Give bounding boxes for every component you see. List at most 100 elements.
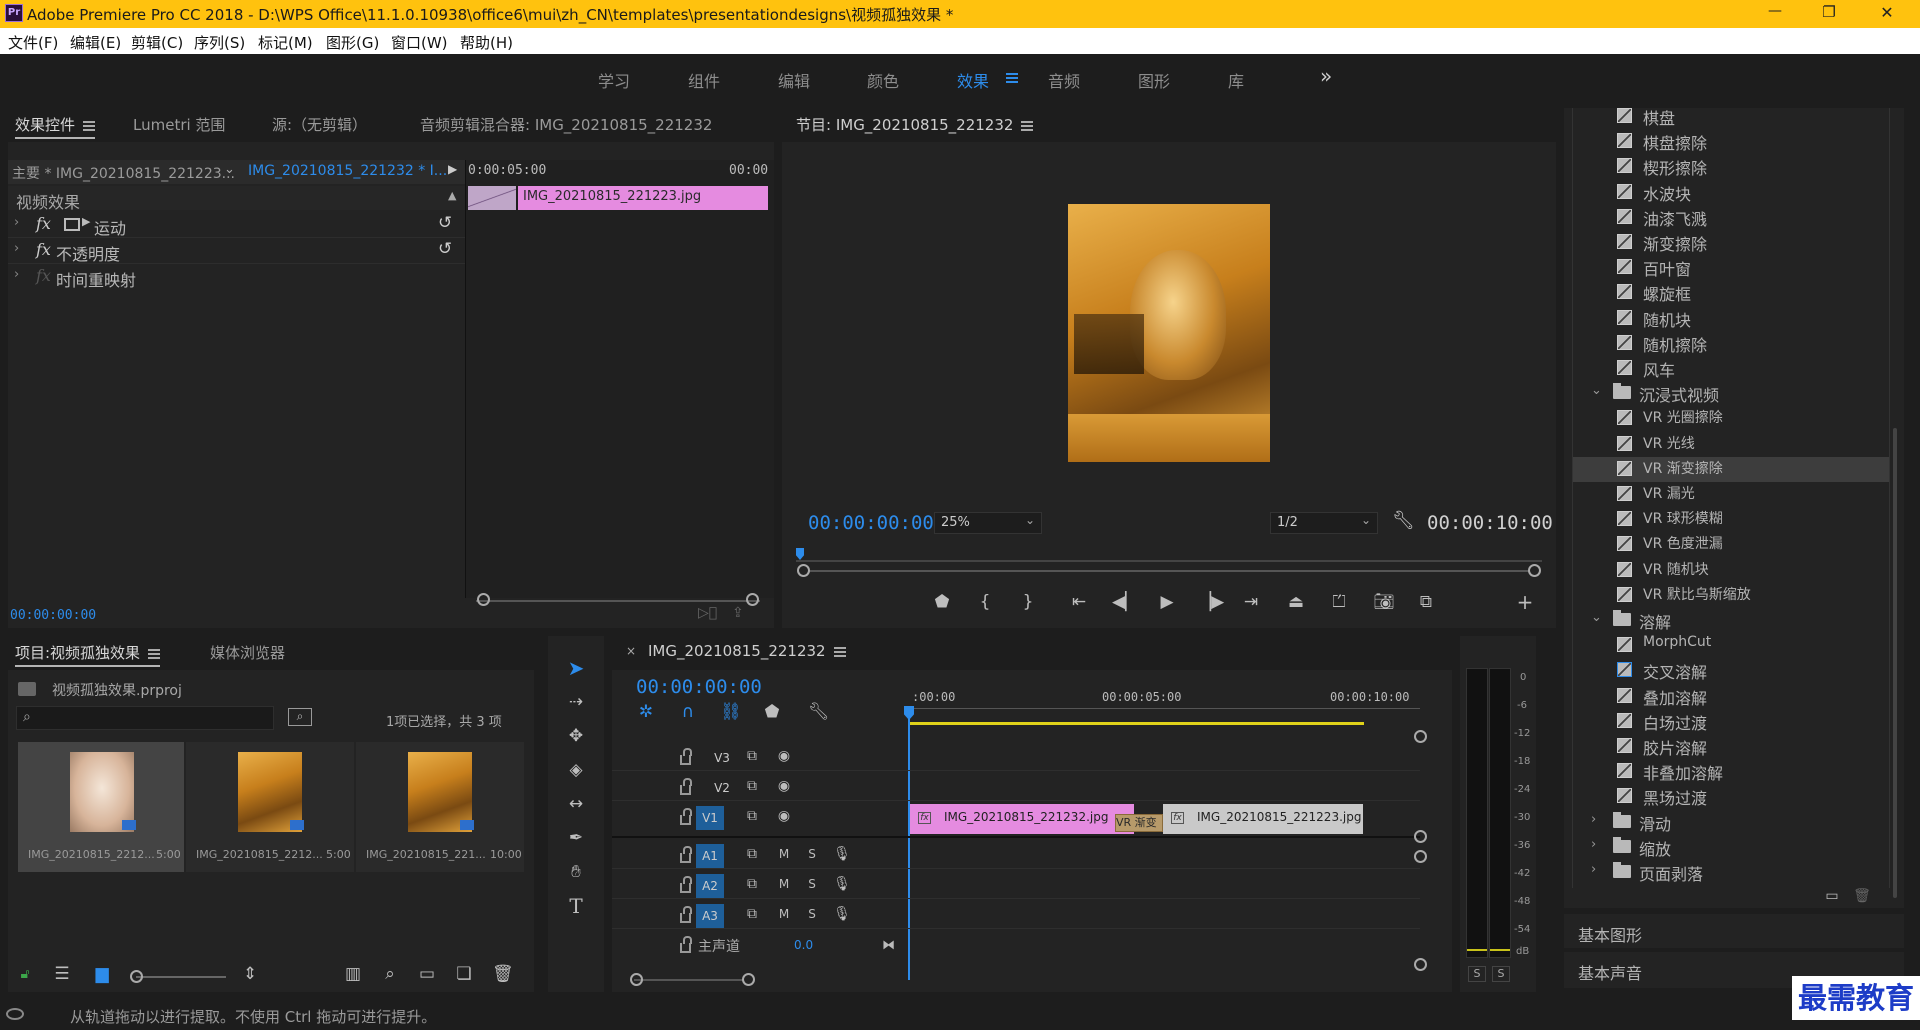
- workspace-effects-menu-icon[interactable]: [1006, 73, 1018, 83]
- new-custom-bin-icon[interactable]: ▭: [1822, 886, 1842, 906]
- workspace-assembly[interactable]: 组件: [688, 68, 720, 92]
- nest-icon[interactable]: ✲: [636, 702, 656, 722]
- zoom-select[interactable]: 25% ⌄: [934, 512, 1042, 534]
- menu-marker[interactable]: 标记(M): [258, 32, 313, 53]
- thumbnail-zoom-slider[interactable]: [136, 976, 226, 978]
- solo-right-button[interactable]: S: [1492, 966, 1510, 982]
- extract-icon[interactable]: ⏍: [1327, 592, 1351, 612]
- scroll-handle[interactable]: [1414, 730, 1427, 743]
- effect-item[interactable]: VR 球形模糊: [1573, 507, 1889, 532]
- new-bin-icon[interactable]: ▭: [416, 964, 438, 984]
- fx-badge[interactable]: fx: [36, 214, 51, 233]
- effect-row-time-remap[interactable]: › fx 时间重映射: [8, 264, 465, 290]
- maximize-button[interactable]: ❐: [1814, 3, 1844, 21]
- ec-scroll-track[interactable]: [476, 600, 760, 602]
- effect-folder[interactable]: › 滑动: [1573, 810, 1889, 835]
- solo-button[interactable]: S: [802, 874, 822, 894]
- fx-badge[interactable]: fx: [36, 240, 51, 259]
- playhead-handle[interactable]: [904, 706, 914, 720]
- program-scroll-track[interactable]: [808, 570, 1530, 572]
- effect-folder[interactable]: ⌄ 沉浸式视频: [1573, 381, 1889, 406]
- chevron-right-icon[interactable]: ›: [1591, 812, 1596, 827]
- ec-transition-block[interactable]: [468, 186, 516, 210]
- tab-lumetri-scopes[interactable]: Lumetri 范围: [133, 114, 225, 135]
- chevron-down-icon[interactable]: ⌄: [1591, 610, 1602, 625]
- settings-wrench-icon[interactable]: 🔧︎: [1392, 510, 1415, 531]
- chevron-right-icon[interactable]: ›: [1591, 837, 1596, 852]
- program-timecode[interactable]: 00:00:00:00: [808, 512, 934, 534]
- effect-item[interactable]: 风车: [1573, 356, 1889, 381]
- tab-project[interactable]: 项目:视频孤独效果: [15, 642, 161, 667]
- microphone-icon[interactable]: 🎙︎: [832, 904, 852, 924]
- menu-graphics[interactable]: 图形(G): [326, 32, 379, 53]
- play-audio-icon[interactable]: ▷⃓: [698, 605, 717, 621]
- lock-icon[interactable]: [680, 778, 692, 795]
- go-to-in-icon[interactable]: ⇤: [1067, 592, 1091, 612]
- pen-tool-icon[interactable]: ✒: [564, 828, 588, 848]
- ec-clip-block[interactable]: IMG_20210815_221223.jpg: [518, 186, 768, 210]
- effect-row-opacity[interactable]: › fx 不透明度 ↺: [8, 238, 465, 264]
- workspace-libraries[interactable]: 库: [1228, 68, 1244, 92]
- transform-icon[interactable]: [64, 218, 80, 231]
- go-to-out-icon[interactable]: ⇥: [1239, 592, 1263, 612]
- menu-help[interactable]: 帮助(H): [460, 32, 513, 53]
- effect-item[interactable]: 百叶窗: [1573, 255, 1889, 280]
- type-tool-icon[interactable]: T: [564, 896, 588, 916]
- expand-arrow-icon[interactable]: ›: [14, 241, 19, 256]
- timeline-timecode[interactable]: 00:00:00:00: [636, 676, 762, 698]
- mute-button[interactable]: M: [774, 844, 794, 864]
- solo-left-button[interactable]: S: [1468, 966, 1486, 982]
- effect-item[interactable]: 白场过渡: [1573, 709, 1889, 734]
- reset-icon[interactable]: ↺: [438, 213, 452, 233]
- timeline-horizontal-scrollbar[interactable]: [634, 979, 744, 981]
- menu-edit[interactable]: 编辑(E): [70, 32, 121, 53]
- effect-row-motion[interactable]: › fx ▶ 运动 ↺: [8, 212, 465, 238]
- workspace-learn[interactable]: 学习: [598, 68, 630, 92]
- tab-audio-clip-mixer[interactable]: 音频剪辑混合器: IMG_20210815_221232: [420, 114, 712, 135]
- timeline-playhead[interactable]: [908, 708, 910, 980]
- add-marker-icon[interactable]: ⬟: [932, 592, 952, 612]
- lock-icon[interactable]: 🔓︎: [16, 964, 34, 984]
- program-playhead-marker[interactable]: [796, 548, 804, 560]
- icon-view-icon[interactable]: ▆: [92, 964, 112, 984]
- effect-item[interactable]: 棋盘: [1573, 108, 1889, 129]
- chevron-down-icon[interactable]: ⌄: [1591, 383, 1602, 398]
- compare-view-icon[interactable]: ⧉: [1414, 592, 1438, 612]
- scroll-handle[interactable]: [742, 973, 755, 986]
- panel-menu-icon[interactable]: [148, 648, 161, 659]
- microphone-icon[interactable]: 🎙︎: [832, 874, 852, 894]
- sequence-clip-label[interactable]: IMG_20210815_221232 * I...: [248, 163, 447, 179]
- scroll-handle[interactable]: [746, 593, 759, 606]
- fx-badge[interactable]: fx: [36, 266, 51, 285]
- automate-to-sequence-icon[interactable]: ▥: [342, 964, 364, 984]
- effect-folder[interactable]: › 页面剥落: [1573, 860, 1889, 885]
- workspace-editing[interactable]: 编辑: [778, 68, 810, 92]
- add-marker-icon[interactable]: ⬟: [762, 702, 782, 722]
- project-search-input[interactable]: ⌕: [16, 706, 274, 730]
- effect-item[interactable]: 油漆飞溅: [1573, 205, 1889, 230]
- workspace-effects[interactable]: 效果: [957, 68, 989, 92]
- lock-icon[interactable]: [680, 846, 692, 863]
- clear-trash-icon[interactable]: 🗑︎: [492, 964, 514, 984]
- workspace-color[interactable]: 颜色: [867, 68, 899, 92]
- effect-item[interactable]: 楔形擦除: [1573, 154, 1889, 179]
- mark-out-icon[interactable]: }: [1018, 592, 1038, 612]
- snap-magnet-icon[interactable]: ∩: [678, 702, 698, 722]
- effect-item[interactable]: 棋盘擦除: [1573, 129, 1889, 154]
- eye-icon[interactable]: ◉: [774, 746, 794, 766]
- effect-item[interactable]: 胶片溶解: [1573, 734, 1889, 759]
- eye-icon[interactable]: ◉: [774, 776, 794, 796]
- delete-custom-item-icon[interactable]: 🗑︎: [1852, 886, 1872, 906]
- project-item[interactable]: IMG_20210815_221... 10:00: [356, 742, 524, 872]
- mute-button[interactable]: M: [774, 874, 794, 894]
- effects-scrollbar[interactable]: [1893, 428, 1897, 898]
- minimize-button[interactable]: —: [1760, 3, 1790, 19]
- step-back-icon[interactable]: ◀▏: [1112, 592, 1138, 612]
- panel-menu-icon[interactable]: [83, 120, 96, 131]
- eye-icon[interactable]: ◉: [774, 806, 794, 826]
- timeline-ruler[interactable]: [910, 708, 1420, 709]
- master-volume-value[interactable]: 0.0: [794, 938, 813, 952]
- tab-media-browser[interactable]: 媒体浏览器: [210, 642, 285, 663]
- scroll-handle[interactable]: [1414, 958, 1427, 971]
- go-to-end-icon[interactable]: ⧓: [882, 938, 895, 953]
